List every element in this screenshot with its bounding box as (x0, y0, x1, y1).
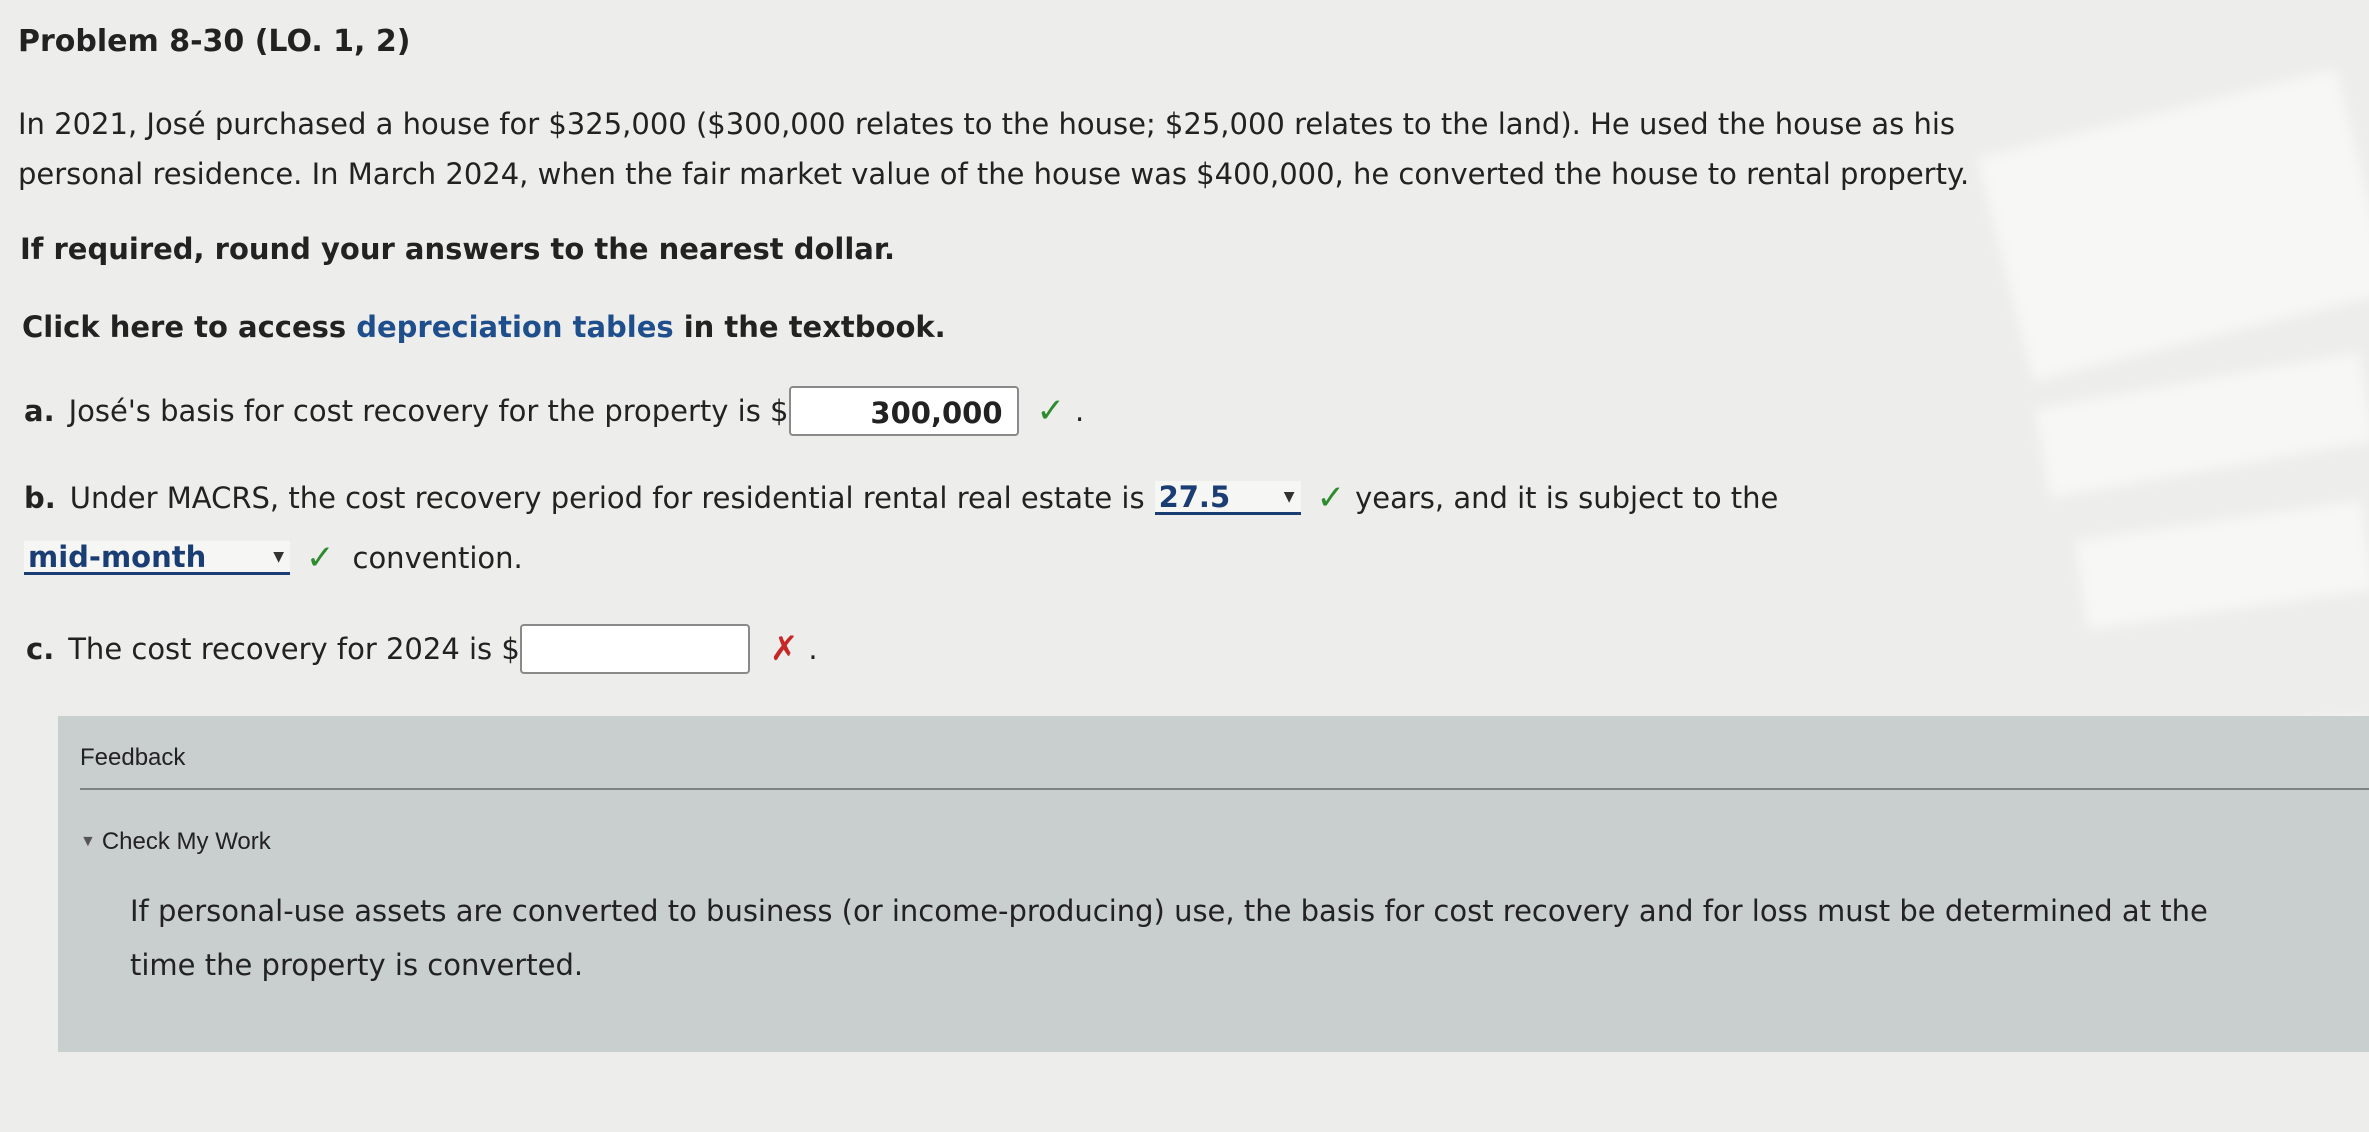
part-a-period: . (1075, 394, 1085, 428)
part-c-cross-icon: ✗ (769, 629, 799, 669)
problem-title: Problem 8-30 (LO. 1, 2) (18, 24, 411, 59)
feedback-text: If personal-use assets are converted to … (130, 894, 2208, 982)
feedback-title: Feedback (80, 744, 186, 771)
part-a-check-icon: ✓ (1036, 391, 1066, 431)
part-b-label: b. (24, 481, 56, 515)
part-c-period: . (808, 632, 818, 666)
part-c-label: c. (26, 632, 55, 666)
part-a-text: José's basis for cost recovery for the p… (68, 394, 789, 428)
access-line: Click here to access depreciation tables… (22, 310, 946, 344)
part-b-row: b. Under MACRS, the cost recovery period… (24, 478, 1778, 518)
chevron-down-icon: ▼ (273, 548, 284, 565)
part-a-row: a. José's basis for cost recovery for th… (24, 386, 1084, 436)
part-a-label: a. (24, 394, 55, 428)
feedback-panel: Feedback ▼ Check My Work If personal-use… (58, 716, 2369, 1052)
triangle-down-icon: ▼ (80, 833, 96, 850)
part-b-convention-check-icon: ✓ (306, 538, 335, 578)
part-a-basis-input[interactable]: 300,000 (788, 386, 1019, 436)
depreciation-tables-link[interactable]: depreciation tables (356, 310, 673, 344)
rounding-note: If required, round your answers to the n… (20, 232, 896, 266)
part-c-cost-recovery-input[interactable] (519, 624, 750, 674)
part-b-row-2: mid-month ▼ ✓ convention. (24, 538, 523, 578)
check-my-work-toggle[interactable]: ▼ Check My Work (80, 828, 271, 856)
convention-value: mid-month (28, 539, 207, 574)
recovery-period-value: 27.5 (1158, 479, 1231, 514)
part-c-text: The cost recovery for 2024 is $ (68, 632, 520, 666)
part-b-period-check-icon: ✓ (1316, 478, 1346, 518)
part-c-row: c. The cost recovery for 2024 is $ ✗ . (26, 624, 818, 674)
intro-line-1: In 2021, José purchased a house for $325… (18, 107, 1956, 141)
check-my-work-label: Check My Work (101, 828, 271, 855)
access-prefix: Click here to access (22, 310, 357, 344)
access-suffix: in the textbook. (673, 310, 946, 344)
part-b-text-2: years, and it is subject to the (1355, 481, 1779, 515)
intro-line-2: personal residence. In March 2024, when … (18, 157, 1970, 191)
convention-dropdown[interactable]: mid-month ▼ (24, 539, 290, 575)
part-b-text: Under MACRS, the cost recovery period fo… (69, 481, 1145, 515)
chevron-down-icon: ▼ (1283, 488, 1295, 505)
problem-page: Problem 8-30 (LO. 1, 2) In 2021, José pu… (0, 0, 2369, 1132)
part-b-text-3: convention. (352, 541, 523, 575)
recovery-period-dropdown[interactable]: 27.5 ▼ (1154, 479, 1301, 515)
feedback-divider (80, 788, 2369, 790)
